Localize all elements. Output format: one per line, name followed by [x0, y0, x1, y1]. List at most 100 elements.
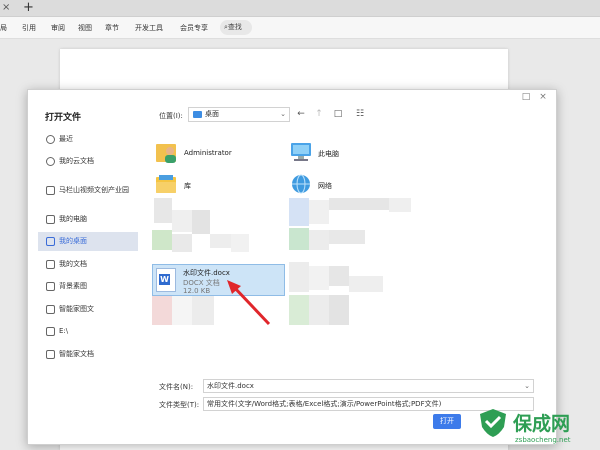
item-network[interactable]: 网络	[290, 172, 390, 200]
sidebar-item-my-computer[interactable]: 我的电脑	[38, 210, 138, 229]
file-list: Administrator 此电脑 库 网络	[148, 132, 546, 372]
view-mode-button[interactable]: ☷	[351, 108, 369, 120]
blurred-file	[152, 295, 172, 325]
blurred-file	[192, 210, 210, 234]
folder-icon	[46, 305, 55, 314]
blurred-file	[172, 295, 192, 325]
building-icon	[46, 186, 55, 195]
sidebar-item-cloud-docs[interactable]: 我的云文档	[38, 152, 138, 171]
sidebar-item-label: 我的桌面	[59, 237, 87, 245]
file-size: 12.0 KB	[183, 287, 211, 295]
blurred-file	[289, 198, 309, 226]
sidebar-item-smart-docs[interactable]: 智能家文档	[38, 345, 138, 364]
dialog-title: 打开文件	[45, 113, 82, 123]
location-label: 位置(I):	[159, 112, 183, 120]
blurred-file	[329, 295, 349, 325]
ribbon-item-review[interactable]: 审阅	[51, 23, 65, 33]
folder-icon	[193, 111, 202, 118]
ribbon-search[interactable]: ⌕查找	[220, 20, 252, 35]
filename-value: 水印文件.docx	[207, 382, 254, 390]
sidebar-item-recent[interactable]: 最近	[38, 130, 138, 149]
sidebar-item-label: 智能家图文	[59, 305, 94, 313]
sidebar-item-label: 我的电脑	[59, 215, 87, 223]
maximize-button[interactable]: □	[521, 92, 531, 102]
sidebar-item-smart-graphics[interactable]: 智能家图文	[38, 300, 138, 319]
network-icon	[292, 174, 310, 194]
sidebar-item-my-documents[interactable]: 我的文档	[38, 255, 138, 274]
ribbon-item-view[interactable]: 视图	[78, 23, 92, 33]
blurred-file	[309, 200, 329, 224]
folder-icon	[46, 350, 55, 359]
item-name: 网络	[318, 182, 332, 190]
sidebar-item-company[interactable]: 马栏山视频文创产业园	[38, 181, 138, 200]
sidebar-item-my-desktop[interactable]: 我的桌面	[38, 232, 138, 251]
blurred-file	[349, 276, 383, 292]
shield-icon	[480, 409, 506, 437]
cloud-icon	[46, 157, 55, 166]
sidebar-item-label: 背景素图	[59, 282, 87, 290]
sidebar-item-label: 马栏山视频文创产业园	[59, 186, 129, 194]
item-name: 此电脑	[318, 150, 339, 158]
back-button[interactable]: ←	[295, 108, 307, 120]
item-administrator[interactable]: Administrator	[156, 140, 266, 168]
sidebar-item-label: 我的文档	[59, 260, 87, 268]
ribbon-menu: 局 引用 审阅 视图 章节 开发工具 会员专享 ⌕查找	[0, 17, 600, 39]
blurred-file	[172, 234, 192, 252]
filename-input[interactable]: 水印文件.docx ⌄	[203, 379, 534, 393]
chevron-down-icon: ⌄	[524, 382, 530, 390]
document-icon	[46, 260, 55, 269]
blurred-file	[309, 266, 329, 290]
image-icon	[46, 282, 55, 291]
watermark-logo: 保成网 zsbaocheng.net	[475, 405, 600, 450]
watermark-brand: 保成网	[513, 413, 571, 435]
close-tab-icon[interactable]: ×	[2, 2, 10, 13]
sidebar-item-label: E:\	[59, 327, 69, 335]
sidebar-item-background-images[interactable]: 背景素图	[38, 277, 138, 296]
file-name: 水印文件.docx	[183, 269, 230, 277]
blurred-file	[154, 198, 172, 223]
blurred-file	[289, 228, 309, 250]
computer-icon	[291, 143, 311, 161]
red-arrow-annotation	[227, 280, 271, 326]
search-label: 查找	[227, 23, 242, 31]
chevron-down-icon: ⌄	[280, 110, 286, 118]
filetype-label: 文件类型(T):	[159, 401, 200, 409]
filetype-value: 常用文件(文字/Word格式;表格/Excel格式;演示/PowerPoint格…	[207, 400, 442, 408]
blurred-file	[289, 262, 309, 292]
sidebar-item-label: 我的云文档	[59, 157, 94, 165]
blurred-file	[389, 198, 411, 212]
location-value: 桌面	[205, 110, 219, 118]
clock-icon	[46, 135, 55, 144]
sidebar-item-label: 最近	[59, 135, 73, 143]
close-button[interactable]: ×	[538, 92, 548, 102]
ribbon-item-developer[interactable]: 开发工具	[135, 23, 163, 33]
item-library[interactable]: 库	[156, 172, 266, 200]
ribbon-item-member[interactable]: 会员专享	[180, 23, 208, 33]
blurred-file	[309, 230, 329, 250]
blurred-file	[329, 266, 349, 286]
ribbon-item-references[interactable]: 引用	[22, 23, 36, 33]
open-button[interactable]: 打开	[433, 414, 461, 429]
word-document-icon: W	[156, 268, 176, 292]
blurred-file	[210, 234, 232, 248]
tab-bar: × +	[0, 0, 600, 17]
blurred-file	[329, 230, 365, 244]
blurred-file	[231, 234, 249, 252]
ribbon-item-chapter[interactable]: 章节	[105, 23, 119, 33]
open-file-dialog: □ × 打开文件 最近 我的云文档 马栏山视频文创产业园 我的电脑 我的桌面 我…	[27, 89, 557, 445]
sidebar-item-label: 智能家文档	[59, 350, 94, 358]
computer-icon	[46, 215, 55, 224]
item-name: Administrator	[184, 149, 232, 157]
location-select[interactable]: 桌面 ⌄	[188, 107, 290, 122]
library-folder-icon	[156, 175, 176, 193]
drive-icon	[46, 327, 55, 336]
item-this-pc[interactable]: 此电脑	[290, 140, 390, 168]
ribbon-item[interactable]: 局	[0, 23, 7, 33]
up-button[interactable]: ↑	[313, 108, 325, 120]
new-tab-button[interactable]: +	[23, 0, 34, 15]
user-folder-icon	[156, 144, 176, 163]
blurred-file	[192, 295, 214, 325]
new-folder-button[interactable]: □	[332, 108, 344, 120]
sidebar-item-drive-e[interactable]: E:\	[38, 322, 138, 341]
blurred-file	[172, 210, 192, 232]
